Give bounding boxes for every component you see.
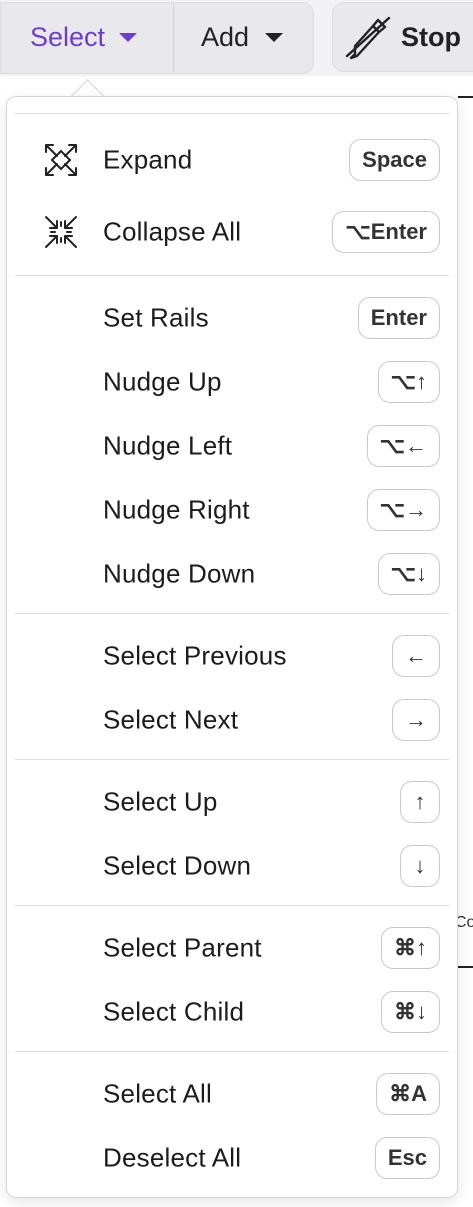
shortcut-badge: ⌘↑ (381, 927, 440, 969)
add-button-label: Add (201, 21, 250, 52)
caret-down-icon (119, 32, 138, 42)
stop-drawing-button[interactable]: Stop (332, 2, 473, 72)
menu-item-label: Select Next (103, 704, 239, 735)
menu-item-label: Nudge Right (103, 494, 250, 525)
canvas-line (458, 96, 473, 98)
menu-item-select-parent[interactable]: Select Parent ⌘↑ (7, 919, 457, 977)
canvas-line (458, 966, 473, 968)
menu-item-label: Select Up (103, 786, 218, 817)
select-dropdown-menu: Expand Space Collapse All ⌥Enter Set Rai… (6, 96, 458, 1198)
menu-item-select-down[interactable]: Select Down ↓ (7, 837, 457, 895)
stop-button-label: Stop (401, 21, 461, 52)
menu-item-nudge-right[interactable]: Nudge Right ⌥→ (7, 481, 457, 539)
shortcut-badge: Enter (357, 297, 440, 339)
menu-item-nudge-down[interactable]: Nudge Down ⌥↓ (7, 545, 457, 603)
shortcut-badge: Esc (374, 1137, 440, 1179)
menu-divider (15, 905, 449, 906)
shortcut-badge: ⌥→ (366, 489, 440, 531)
menu-item-expand[interactable]: Expand Space (7, 131, 457, 189)
pencil-slash-icon (345, 16, 391, 60)
shortcut-badge: ⌥↑ (377, 361, 440, 403)
menu-item-select-up[interactable]: Select Up ↑ (7, 773, 457, 831)
menu-item-label: Select Parent (103, 932, 262, 963)
menu-item-nudge-left[interactable]: Nudge Left ⌥← (7, 417, 457, 475)
menu-item-select-all[interactable]: Select All ⌘A (7, 1065, 457, 1123)
menu-item-label: Set Rails (103, 302, 209, 333)
menu-divider (15, 759, 449, 760)
toolbar: Select Add Stop (0, 0, 473, 76)
menu-divider (15, 1051, 449, 1052)
shortcut-badge: ← (392, 635, 440, 677)
menu-item-label: Collapse All (103, 216, 242, 247)
menu-item-label: Nudge Left (103, 430, 233, 461)
menu-item-select-previous[interactable]: Select Previous ← (7, 627, 457, 685)
menu-divider (15, 275, 449, 276)
menu-divider (15, 113, 449, 114)
menu-item-collapse-all[interactable]: Collapse All ⌥Enter (7, 203, 457, 261)
caret-down-icon (265, 32, 284, 42)
select-dropdown-button[interactable]: Select (0, 2, 174, 72)
shortcut-badge: ⌘↓ (381, 991, 440, 1033)
menu-item-select-child[interactable]: Select Child ⌘↓ (7, 983, 457, 1041)
shortcut-badge: ⌥← (366, 425, 440, 467)
menu-item-label: Deselect All (103, 1142, 242, 1173)
shortcut-badge: ↓ (400, 845, 440, 887)
shortcut-badge: Space (349, 139, 440, 181)
menu-item-label: Select Down (103, 850, 252, 881)
select-button-label: Select (30, 21, 106, 52)
shortcut-badge: ⌥↓ (377, 553, 440, 595)
menu-item-label: Select Previous (103, 640, 287, 671)
menu-item-label: Nudge Down (103, 558, 256, 589)
shortcut-badge: ⌥Enter (332, 211, 440, 253)
menu-item-nudge-up[interactable]: Nudge Up ⌥↑ (7, 353, 457, 411)
menu-item-label: Select Child (103, 996, 245, 1027)
menu-item-label: Expand (103, 144, 193, 175)
menu-item-label: Nudge Up (103, 366, 222, 397)
shortcut-badge: ↑ (400, 781, 440, 823)
shortcut-badge: ⌘A (376, 1073, 440, 1115)
menu-divider (15, 613, 449, 614)
add-dropdown-button[interactable]: Add (175, 2, 312, 72)
menu-item-deselect-all[interactable]: Deselect All Esc (7, 1129, 457, 1187)
menu-item-select-next[interactable]: Select Next → (7, 691, 457, 749)
collapse-all-icon (45, 216, 77, 248)
expand-icon (45, 144, 77, 176)
menu-item-label: Select All (103, 1078, 212, 1109)
menu-item-set-rails[interactable]: Set Rails Enter (7, 289, 457, 347)
shortcut-badge: → (392, 699, 440, 741)
